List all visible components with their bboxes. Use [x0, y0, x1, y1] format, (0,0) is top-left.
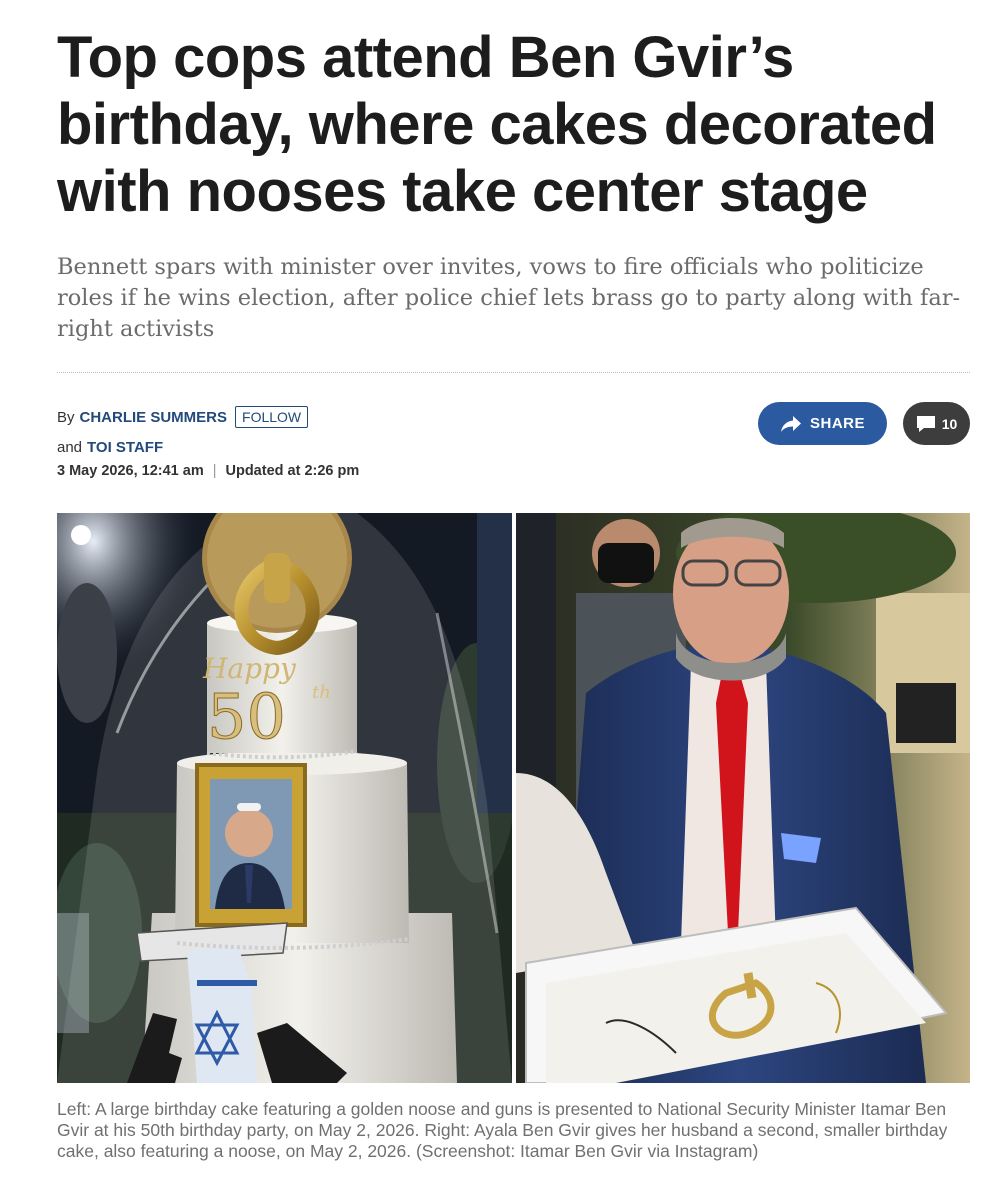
- article: Top cops attend Ben Gvir’s birthday, whe…: [0, 0, 1002, 1200]
- follow-button[interactable]: FOLLOW: [235, 406, 309, 428]
- share-arrow-icon: [780, 415, 802, 433]
- byline-row-1: By CHARLIE SUMMERS FOLLOW: [57, 402, 309, 432]
- comment-bubble-icon: [916, 415, 936, 433]
- by-label: By: [57, 408, 75, 426]
- date-separator: |: [212, 463, 217, 479]
- comment-count: 10: [941, 415, 958, 432]
- byline: By CHARLIE SUMMERS FOLLOW and TOI STAFF: [57, 402, 309, 462]
- share-label: SHARE: [809, 415, 865, 432]
- comments-button[interactable]: 10: [903, 402, 970, 445]
- cake-topper-number-text: 50: [207, 680, 286, 753]
- author-link-charlie-summers[interactable]: CHARLIE SUMMERS: [80, 409, 228, 426]
- author-link-toi-staff[interactable]: TOI STAFF: [87, 439, 163, 456]
- divider: [57, 372, 970, 373]
- photo-cake-with-noose: Happy 50 th: [57, 513, 512, 1083]
- headline: Top cops attend Ben Gvir’s birthday, whe…: [57, 25, 937, 224]
- cake-topper-suffix-text: th: [312, 682, 331, 703]
- published-date: 3 May 2026, 12:41 am: [57, 463, 204, 479]
- subheadline: Bennett spars with minister over invites…: [57, 254, 961, 342]
- share-button[interactable]: SHARE: [758, 402, 887, 445]
- photo-caption: Left: A large birthday cake featuring a …: [57, 1099, 948, 1161]
- and-label: and: [57, 438, 83, 456]
- byline-row-2: and TOI STAFF: [57, 432, 308, 462]
- dateline: 3 May 2026, 12:41 am | Updated at 2:26 pm: [57, 463, 359, 479]
- updated-date: Updated at 2:26 pm: [225, 463, 360, 479]
- photo-man-with-cake: [516, 513, 970, 1083]
